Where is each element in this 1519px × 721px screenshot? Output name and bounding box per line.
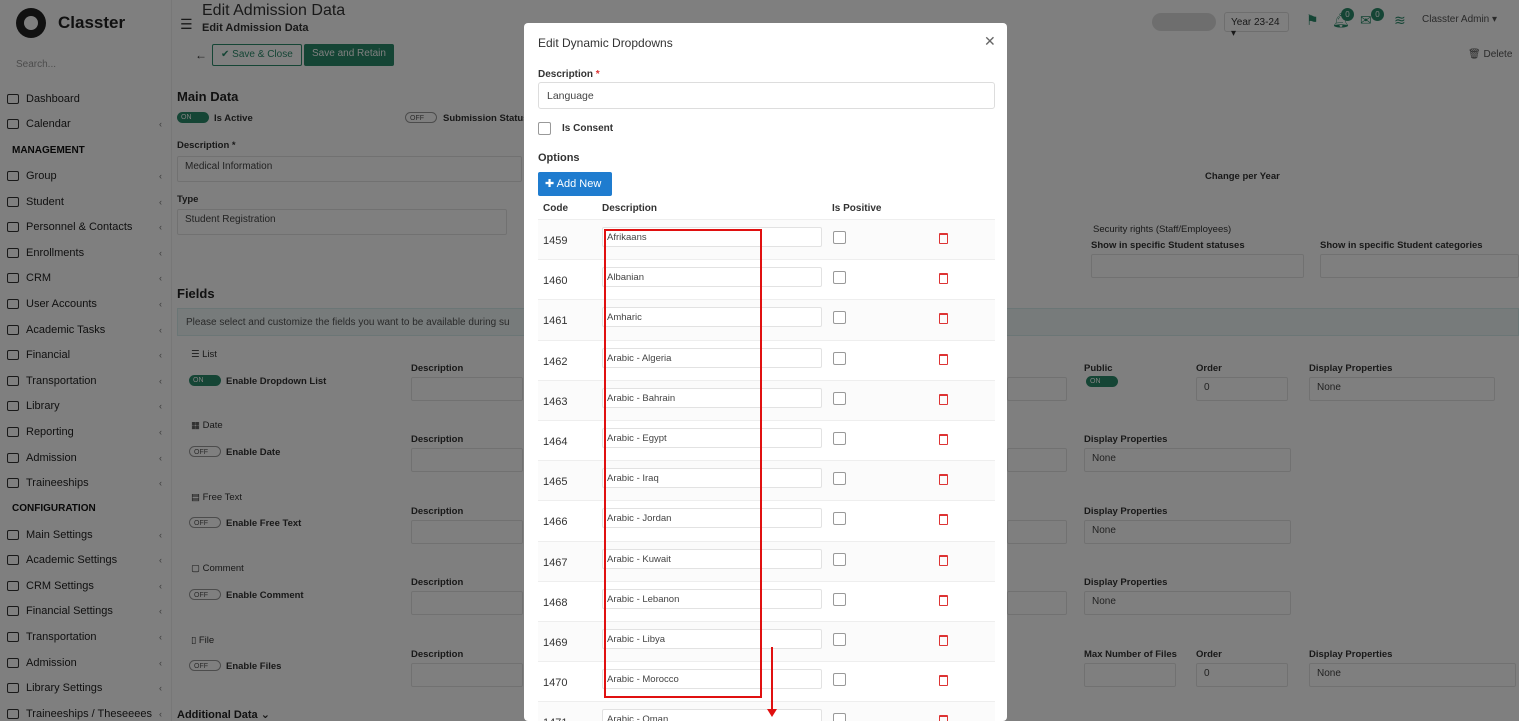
is-positive-checkbox[interactable]	[833, 713, 846, 721]
options-heading: Options	[538, 152, 580, 164]
code-column-header: Code	[543, 203, 568, 214]
option-code: 1459	[543, 235, 568, 247]
is-positive-checkbox[interactable]	[833, 673, 846, 687]
option-code: 1466	[543, 516, 568, 529]
add-new-label: Add New	[556, 178, 602, 190]
option-code: 1469	[543, 636, 568, 649]
is-positive-checkbox[interactable]	[833, 271, 846, 285]
trash-icon[interactable]	[939, 233, 948, 244]
is-positive-checkbox[interactable]	[833, 552, 846, 566]
option-code: 1463	[543, 395, 568, 408]
trash-icon[interactable]	[939, 715, 948, 721]
close-icon[interactable]: ✕	[984, 33, 996, 50]
option-code: 1465	[543, 476, 568, 489]
option-code: 1468	[543, 596, 568, 609]
trash-icon[interactable]	[939, 353, 948, 365]
annotation-red-box	[604, 229, 762, 698]
is-positive-checkbox[interactable]	[833, 592, 846, 606]
trash-icon[interactable]	[939, 594, 948, 606]
option-description-input[interactable]: Arabic - Oman	[602, 709, 822, 721]
option-code: 1460	[543, 275, 568, 288]
option-code: 1462	[543, 355, 568, 368]
is-positive-checkbox[interactable]	[833, 472, 846, 486]
is-consent-label: Is Consent	[562, 123, 614, 134]
is-positive-checkbox[interactable]	[833, 231, 846, 244]
is-positive-checkbox[interactable]	[833, 351, 846, 365]
modal-description-input[interactable]: Language	[538, 82, 995, 109]
is-consent-checkbox[interactable]	[538, 122, 551, 135]
app-root: Classter Search... DashboardCalendar‹MAN…	[0, 0, 1519, 721]
plus-icon: ✚	[545, 178, 555, 190]
trash-icon[interactable]	[939, 514, 948, 526]
is-positive-column-header: Is Positive	[832, 203, 882, 214]
option-code: 1470	[543, 677, 568, 690]
modal-description-label: Description *	[538, 69, 600, 80]
description-column-header: Description	[602, 203, 658, 214]
modal-description-text: Description	[538, 69, 594, 80]
is-positive-checkbox[interactable]	[833, 391, 846, 405]
trash-icon[interactable]	[939, 273, 948, 285]
is-positive-checkbox[interactable]	[833, 431, 846, 445]
is-positive-checkbox[interactable]	[833, 512, 846, 526]
trash-icon[interactable]	[939, 474, 948, 486]
option-code: 1467	[543, 556, 568, 569]
option-code: 1461	[543, 315, 568, 328]
annotation-arrow-icon	[767, 647, 777, 717]
trash-icon[interactable]	[939, 675, 948, 687]
trash-icon[interactable]	[939, 433, 948, 445]
trash-icon[interactable]	[939, 393, 948, 405]
trash-icon[interactable]	[939, 313, 948, 325]
edit-dynamic-dropdowns-modal: Edit Dynamic Dropdowns ✕ Description * L…	[524, 23, 1007, 721]
add-new-button[interactable]: ✚ Add New	[538, 172, 612, 196]
is-positive-checkbox[interactable]	[833, 311, 846, 325]
trash-icon[interactable]	[939, 554, 948, 566]
option-code: 1471	[543, 717, 567, 721]
option-code: 1464	[543, 435, 568, 448]
is-positive-checkbox[interactable]	[833, 632, 846, 646]
trash-icon[interactable]	[939, 634, 948, 646]
modal-title: Edit Dynamic Dropdowns	[538, 36, 673, 50]
